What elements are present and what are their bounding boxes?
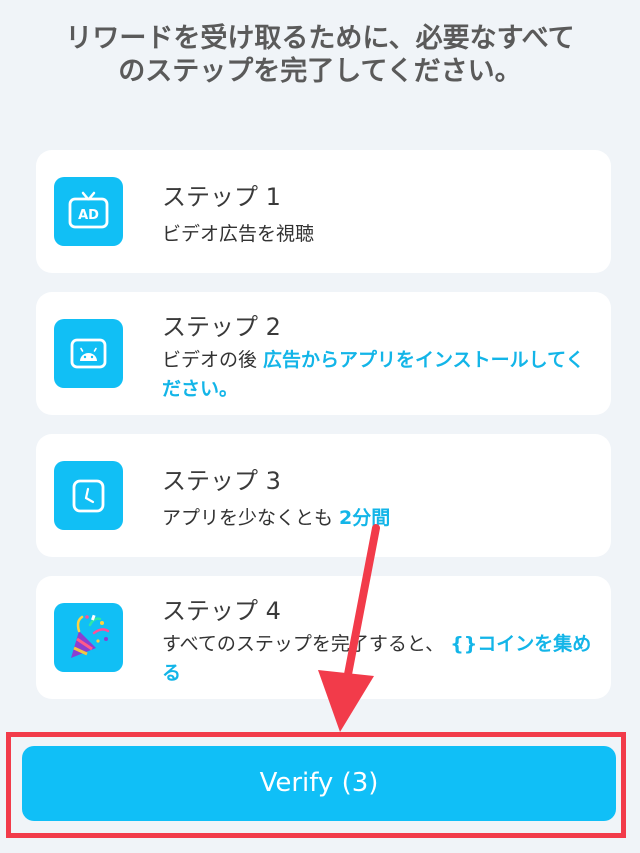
step-card-4: ステップ 4 すべてのステップを完了すると、 {}コインを集める <box>36 576 611 699</box>
step-description: ビデオの後 広告からアプリをインストールしてください。 <box>162 346 592 404</box>
step-title: ステップ 4 <box>162 597 281 625</box>
svg-text:AD: AD <box>78 208 99 223</box>
step-title: ステップ 3 <box>162 467 281 495</box>
party-popper-icon <box>54 603 123 672</box>
step-description: ビデオ広告を視聴 <box>162 220 592 249</box>
step-desc-text: ビデオ広告を視聴 <box>162 223 315 245</box>
clock-icon <box>54 461 123 530</box>
step-description: アプリを少なくとも 2分間 <box>162 504 592 533</box>
step-card-3: ステップ 3 アプリを少なくとも 2分間 <box>36 434 611 557</box>
step-title: ステップ 2 <box>162 313 281 341</box>
step-desc-highlight: 2分間 <box>339 507 391 529</box>
step-desc-text: すべてのステップを完了すると、 <box>162 633 451 655</box>
step-card-2: ステップ 2 ビデオの後 広告からアプリをインストールしてください。 <box>36 292 611 415</box>
verify-button[interactable]: Verify (3) <box>22 746 616 821</box>
step-description: すべてのステップを完了すると、 {}コインを集める <box>162 630 592 688</box>
annotation-arrow-icon <box>318 524 380 732</box>
ad-tv-icon: AD <box>54 177 123 246</box>
step-desc-text: アプリを少なくとも <box>162 507 340 529</box>
step-title: ステップ 1 <box>162 183 281 211</box>
instruction-heading: リワードを受け取るために、必要なすべてのステップを完了してください。 <box>65 23 575 87</box>
android-icon <box>54 319 123 388</box>
step-desc-text: ビデオの後 <box>162 349 264 371</box>
step-card-1: AD ステップ 1 ビデオ広告を視聴 <box>36 150 611 273</box>
